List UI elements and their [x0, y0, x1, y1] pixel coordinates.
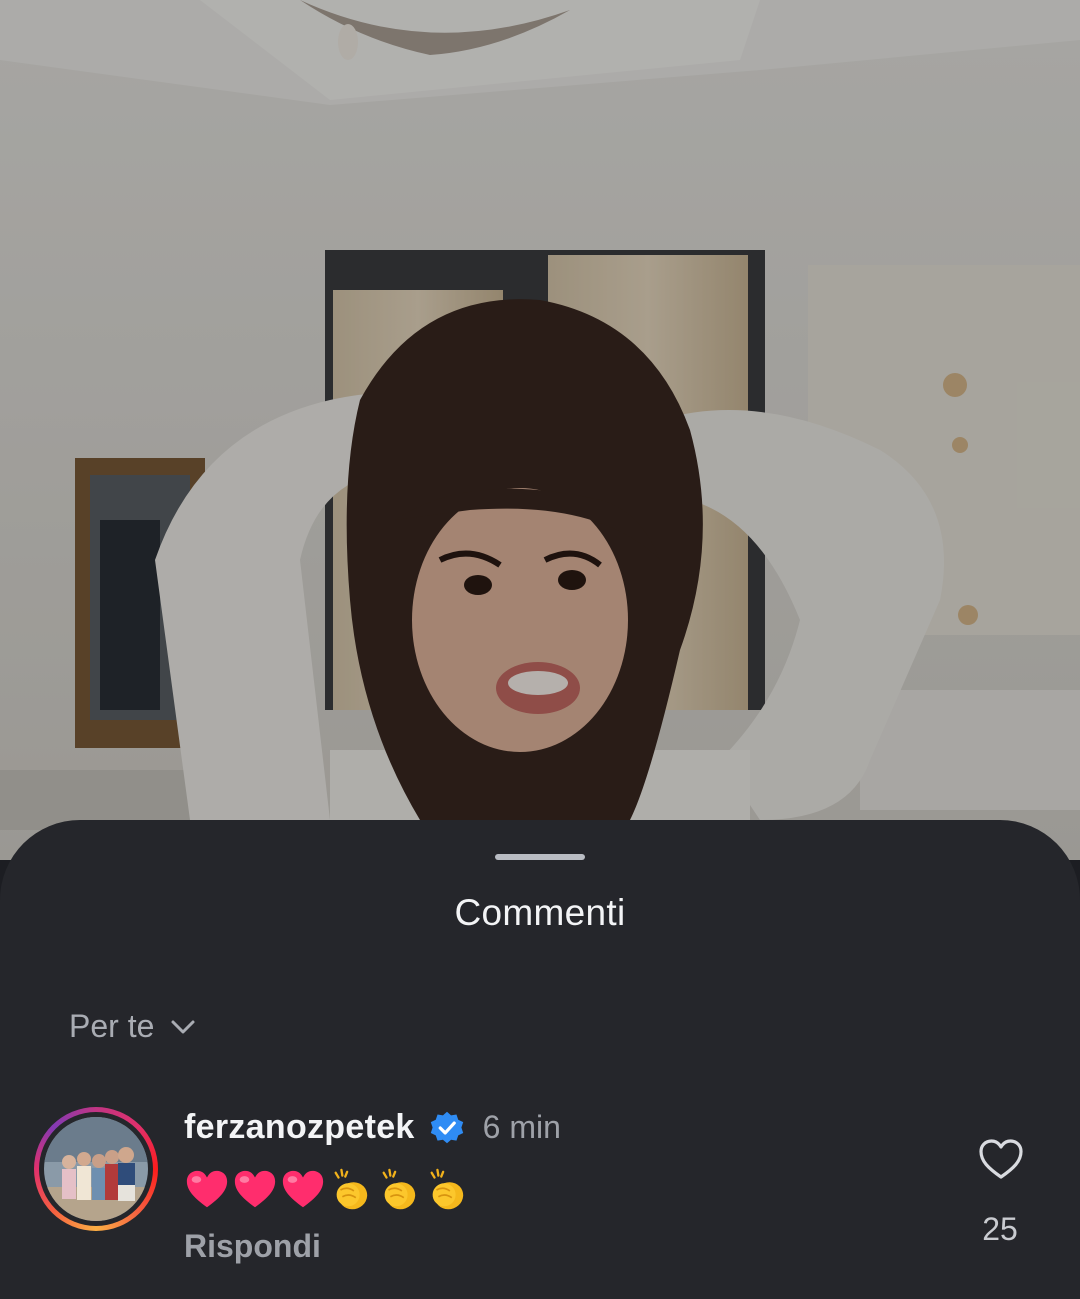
reply-button[interactable]: Rispondi [184, 1228, 321, 1265]
clapping-hands-emoji-icon [430, 1168, 464, 1210]
sort-filter-label: Per te [69, 1008, 155, 1044]
red-heart-emoji-icon [282, 1170, 324, 1208]
verified-badge-icon [430, 1111, 463, 1143]
comment-item: ferzanozpetek 6 min Rispondi 25 [0, 1105, 1080, 1275]
sheet-title: Commenti [454, 892, 626, 933]
chevron-down-icon [171, 1020, 195, 1033]
clapping-hands-emoji-icon [334, 1168, 368, 1210]
comments-sheet: Commenti Per te ferzanozpetek 6 min Risp… [0, 820, 1080, 1299]
red-heart-emoji-icon [234, 1170, 276, 1208]
story-ring[interactable] [34, 1107, 158, 1231]
red-heart-emoji-icon [186, 1170, 228, 1208]
comment-username[interactable]: ferzanozpetek [184, 1108, 415, 1147]
drag-handle[interactable] [495, 854, 585, 860]
sort-filter-dropdown[interactable]: Per te [69, 1008, 198, 1045]
heart-outline-icon[interactable] [977, 1137, 1025, 1181]
comment-timestamp: 6 min [482, 1109, 561, 1145]
clapping-hands-emoji-icon [382, 1168, 416, 1210]
post-photo [0, 0, 1080, 860]
like-count: 25 [982, 1211, 1018, 1247]
comment-text [184, 1167, 470, 1213]
avatar[interactable] [44, 1117, 148, 1221]
